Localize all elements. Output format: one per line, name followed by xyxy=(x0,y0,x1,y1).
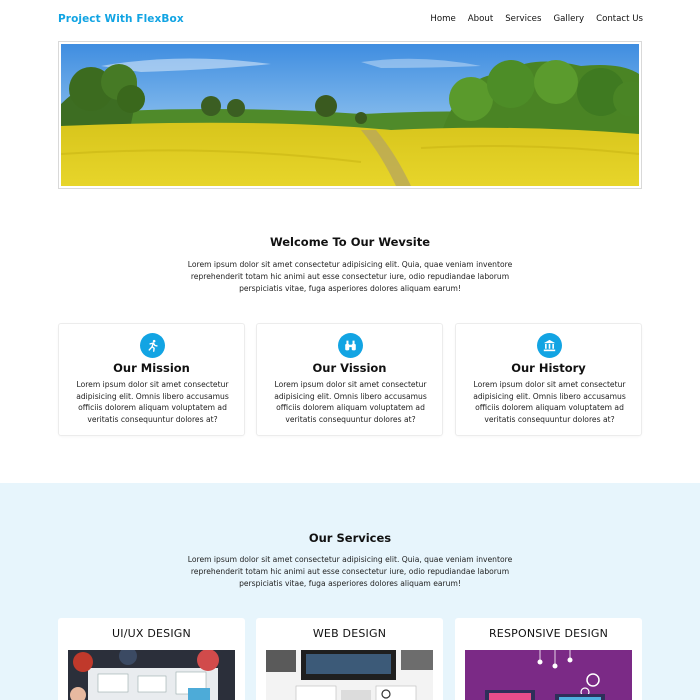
nav-link-gallery[interactable]: Gallery xyxy=(553,14,584,24)
service-card-responsive[interactable]: RESPONSIVE DESIGN xyxy=(455,618,642,700)
nav-link-contact[interactable]: Contact Us xyxy=(596,14,643,24)
top-navbar: Project With FlexBox Home About Services… xyxy=(0,0,700,40)
nav-link-home[interactable]: Home xyxy=(430,14,455,24)
welcome-heading: Welcome To Our Wevsite xyxy=(269,235,431,249)
running-person-icon xyxy=(140,333,165,358)
service-card-web[interactable]: WEB DESIGN xyxy=(256,618,443,700)
mission-text: Lorem ipsum dolor sit amet consectetur a… xyxy=(76,380,229,424)
history-text: Lorem ipsum dolor sit amet consectetur a… xyxy=(473,380,626,424)
web-design-image xyxy=(266,650,433,700)
hero-banner xyxy=(58,41,642,189)
vision-text: Lorem ipsum dolor sit amet consectetur a… xyxy=(274,380,427,424)
main-menu: Home About Services Gallery Contact Us xyxy=(430,14,643,24)
history-title: Our History xyxy=(511,361,586,375)
services-heading: Our Services xyxy=(308,531,392,545)
mission-title: Our Mission xyxy=(113,361,190,375)
binoculars-icon xyxy=(338,333,363,358)
nav-link-about[interactable]: About xyxy=(468,14,493,24)
services-paragraph: Lorem ipsum dolor sit amet consectetur a… xyxy=(187,555,513,588)
history-card: Our History Lorem ipsum dolor sit amet c… xyxy=(455,323,642,436)
feature-cards: Our Mission Lorem ipsum dolor sit amet c… xyxy=(58,323,642,436)
service-title-web: WEB DESIGN xyxy=(312,627,387,640)
vision-title: Our Vission xyxy=(312,361,387,375)
service-title-uiux: UI/UX DESIGN xyxy=(112,627,191,640)
landmark-icon xyxy=(537,333,562,358)
mission-card: Our Mission Lorem ipsum dolor sit amet c… xyxy=(58,323,245,436)
service-title-responsive: RESPONSIVE DESIGN xyxy=(488,627,609,640)
responsive-design-image xyxy=(465,650,632,700)
uiux-image xyxy=(68,650,235,700)
hero-landscape-image xyxy=(61,44,639,186)
welcome-paragraph: Lorem ipsum dolor sit amet consectetur a… xyxy=(187,260,513,293)
brand-logo[interactable]: Project With FlexBox xyxy=(58,13,184,25)
nav-link-services[interactable]: Services xyxy=(505,14,541,24)
service-card-uiux[interactable]: UI/UX DESIGN xyxy=(58,618,245,700)
vision-card: Our Vission Lorem ipsum dolor sit amet c… xyxy=(256,323,443,436)
